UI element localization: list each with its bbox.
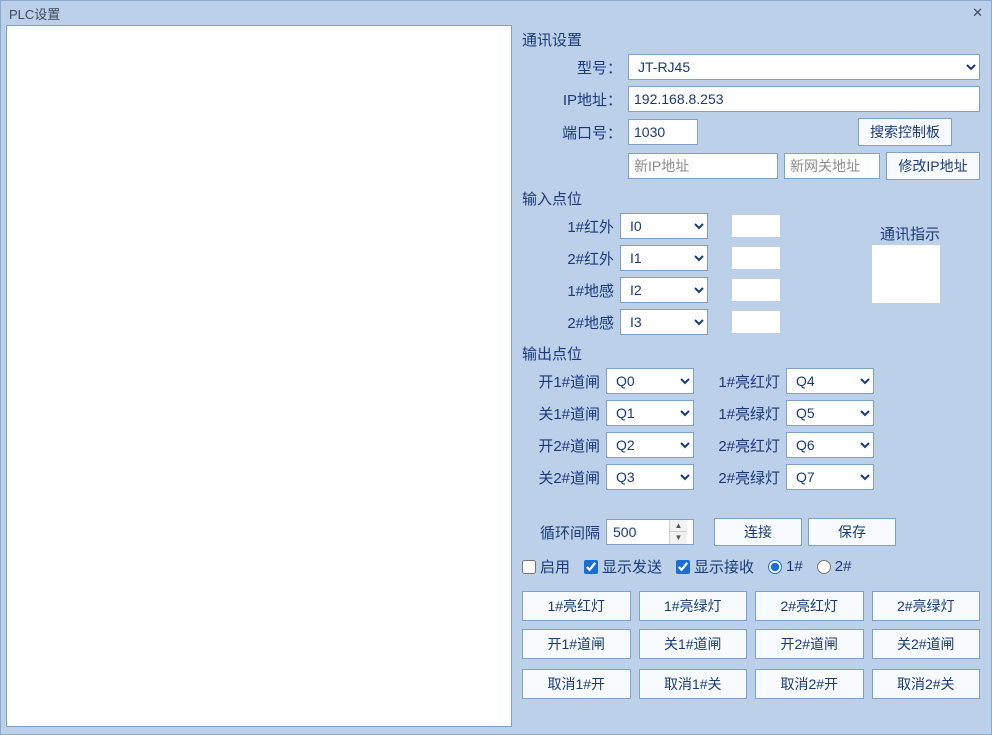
radio-1-label[interactable]: 1#	[768, 558, 803, 575]
cancel-btn-1[interactable]: 取消1#关	[639, 669, 748, 699]
inputs-title: 输入点位	[522, 188, 980, 209]
in-indicator-2	[732, 279, 780, 301]
comm-indicator-label: 通讯指示	[880, 223, 940, 244]
out-sel-l-0[interactable]: Q0	[606, 368, 694, 394]
ip-input[interactable]	[628, 86, 980, 112]
out-r-2: 2#亮红灯	[706, 435, 780, 456]
spinner-buttons[interactable]: ▲▼	[669, 520, 687, 544]
cancel-btn-2[interactable]: 取消2#开	[755, 669, 864, 699]
loop-input[interactable]	[607, 520, 669, 544]
window-title: PLC设置	[7, 4, 60, 23]
showrecv-checkbox-label[interactable]: 显示接收	[676, 556, 754, 577]
radio-2-label[interactable]: 2#	[817, 558, 852, 575]
showsend-checkbox-label[interactable]: 显示发送	[584, 556, 662, 577]
act-btn-1[interactable]: 1#亮绿灯	[639, 591, 748, 621]
act-btn-3[interactable]: 2#亮绿灯	[872, 591, 981, 621]
enable-checkbox[interactable]	[522, 560, 536, 574]
loop-spinner[interactable]: ▲▼	[606, 519, 694, 545]
out-r-0: 1#亮红灯	[706, 371, 780, 392]
log-panel	[6, 25, 512, 727]
radio-1[interactable]	[768, 560, 782, 574]
in-label-0: 1#红外	[526, 216, 614, 237]
close-icon[interactable]: ✕	[968, 5, 985, 21]
connect-button[interactable]: 连接	[714, 518, 802, 546]
out-sel-r-0[interactable]: Q4	[786, 368, 874, 394]
out-l-3: 关2#道闸	[522, 467, 600, 488]
in-indicator-1	[732, 247, 780, 269]
in-label-1: 2#红外	[526, 248, 614, 269]
chevron-up-icon[interactable]: ▲	[670, 520, 687, 532]
out-r-3: 2#亮绿灯	[706, 467, 780, 488]
settings-panel: 通讯设置 型号： JT-RJ45 IP地址： 端口号： 搜索控制板	[516, 25, 986, 727]
out-sel-l-2[interactable]: Q2	[606, 432, 694, 458]
port-input[interactable]	[628, 119, 698, 145]
chevron-down-icon[interactable]: ▼	[670, 532, 687, 544]
ip-label: IP地址：	[534, 89, 622, 110]
act-btn-7[interactable]: 关2#道闸	[872, 629, 981, 659]
in-select-1[interactable]: I1	[620, 245, 708, 271]
out-sel-l-3[interactable]: Q3	[606, 464, 694, 490]
new-gateway-input[interactable]	[784, 153, 880, 179]
in-label-2: 1#地感	[526, 280, 614, 301]
content: 通讯设置 型号： JT-RJ45 IP地址： 端口号： 搜索控制板	[1, 25, 991, 732]
act-btn-4[interactable]: 开1#道闸	[522, 629, 631, 659]
cancel-btn-3[interactable]: 取消2#关	[872, 669, 981, 699]
act-btn-6[interactable]: 开2#道闸	[755, 629, 864, 659]
loop-label: 循环间隔	[522, 522, 600, 543]
search-board-button[interactable]: 搜索控制板	[858, 118, 952, 146]
act-btn-2[interactable]: 2#亮红灯	[755, 591, 864, 621]
out-sel-r-3[interactable]: Q7	[786, 464, 874, 490]
out-l-1: 关1#道闸	[522, 403, 600, 424]
titlebar: PLC设置 ✕	[1, 1, 991, 25]
app-window: PLC设置 ✕ 通讯设置 型号： JT-RJ45 IP地址： 端	[0, 0, 992, 735]
showsend-checkbox[interactable]	[584, 560, 598, 574]
in-select-2[interactable]: I2	[620, 277, 708, 303]
new-ip-input[interactable]	[628, 153, 778, 179]
cancel-btn-0[interactable]: 取消1#开	[522, 669, 631, 699]
model-select[interactable]: JT-RJ45	[628, 54, 980, 80]
in-indicator-3	[732, 311, 780, 333]
in-label-3: 2#地感	[526, 312, 614, 333]
out-sel-l-1[interactable]: Q1	[606, 400, 694, 426]
act-btn-0[interactable]: 1#亮红灯	[522, 591, 631, 621]
out-sel-r-2[interactable]: Q6	[786, 432, 874, 458]
out-sel-r-1[interactable]: Q5	[786, 400, 874, 426]
out-l-0: 开1#道闸	[522, 371, 600, 392]
in-select-3[interactable]: I3	[620, 309, 708, 335]
port-label: 端口号：	[534, 122, 622, 143]
enable-checkbox-label[interactable]: 启用	[522, 556, 570, 577]
in-indicator-0	[732, 215, 780, 237]
change-ip-button[interactable]: 修改IP地址	[886, 152, 980, 180]
in-select-0[interactable]: I0	[620, 213, 708, 239]
out-l-2: 开2#道闸	[522, 435, 600, 456]
model-label: 型号：	[534, 57, 622, 78]
act-btn-5[interactable]: 关1#道闸	[639, 629, 748, 659]
outputs-title: 输出点位	[522, 343, 980, 364]
save-button[interactable]: 保存	[808, 518, 896, 546]
comm-title: 通讯设置	[522, 29, 980, 50]
out-r-1: 1#亮绿灯	[706, 403, 780, 424]
comm-indicator	[872, 245, 940, 303]
radio-2[interactable]	[817, 560, 831, 574]
showrecv-checkbox[interactable]	[676, 560, 690, 574]
